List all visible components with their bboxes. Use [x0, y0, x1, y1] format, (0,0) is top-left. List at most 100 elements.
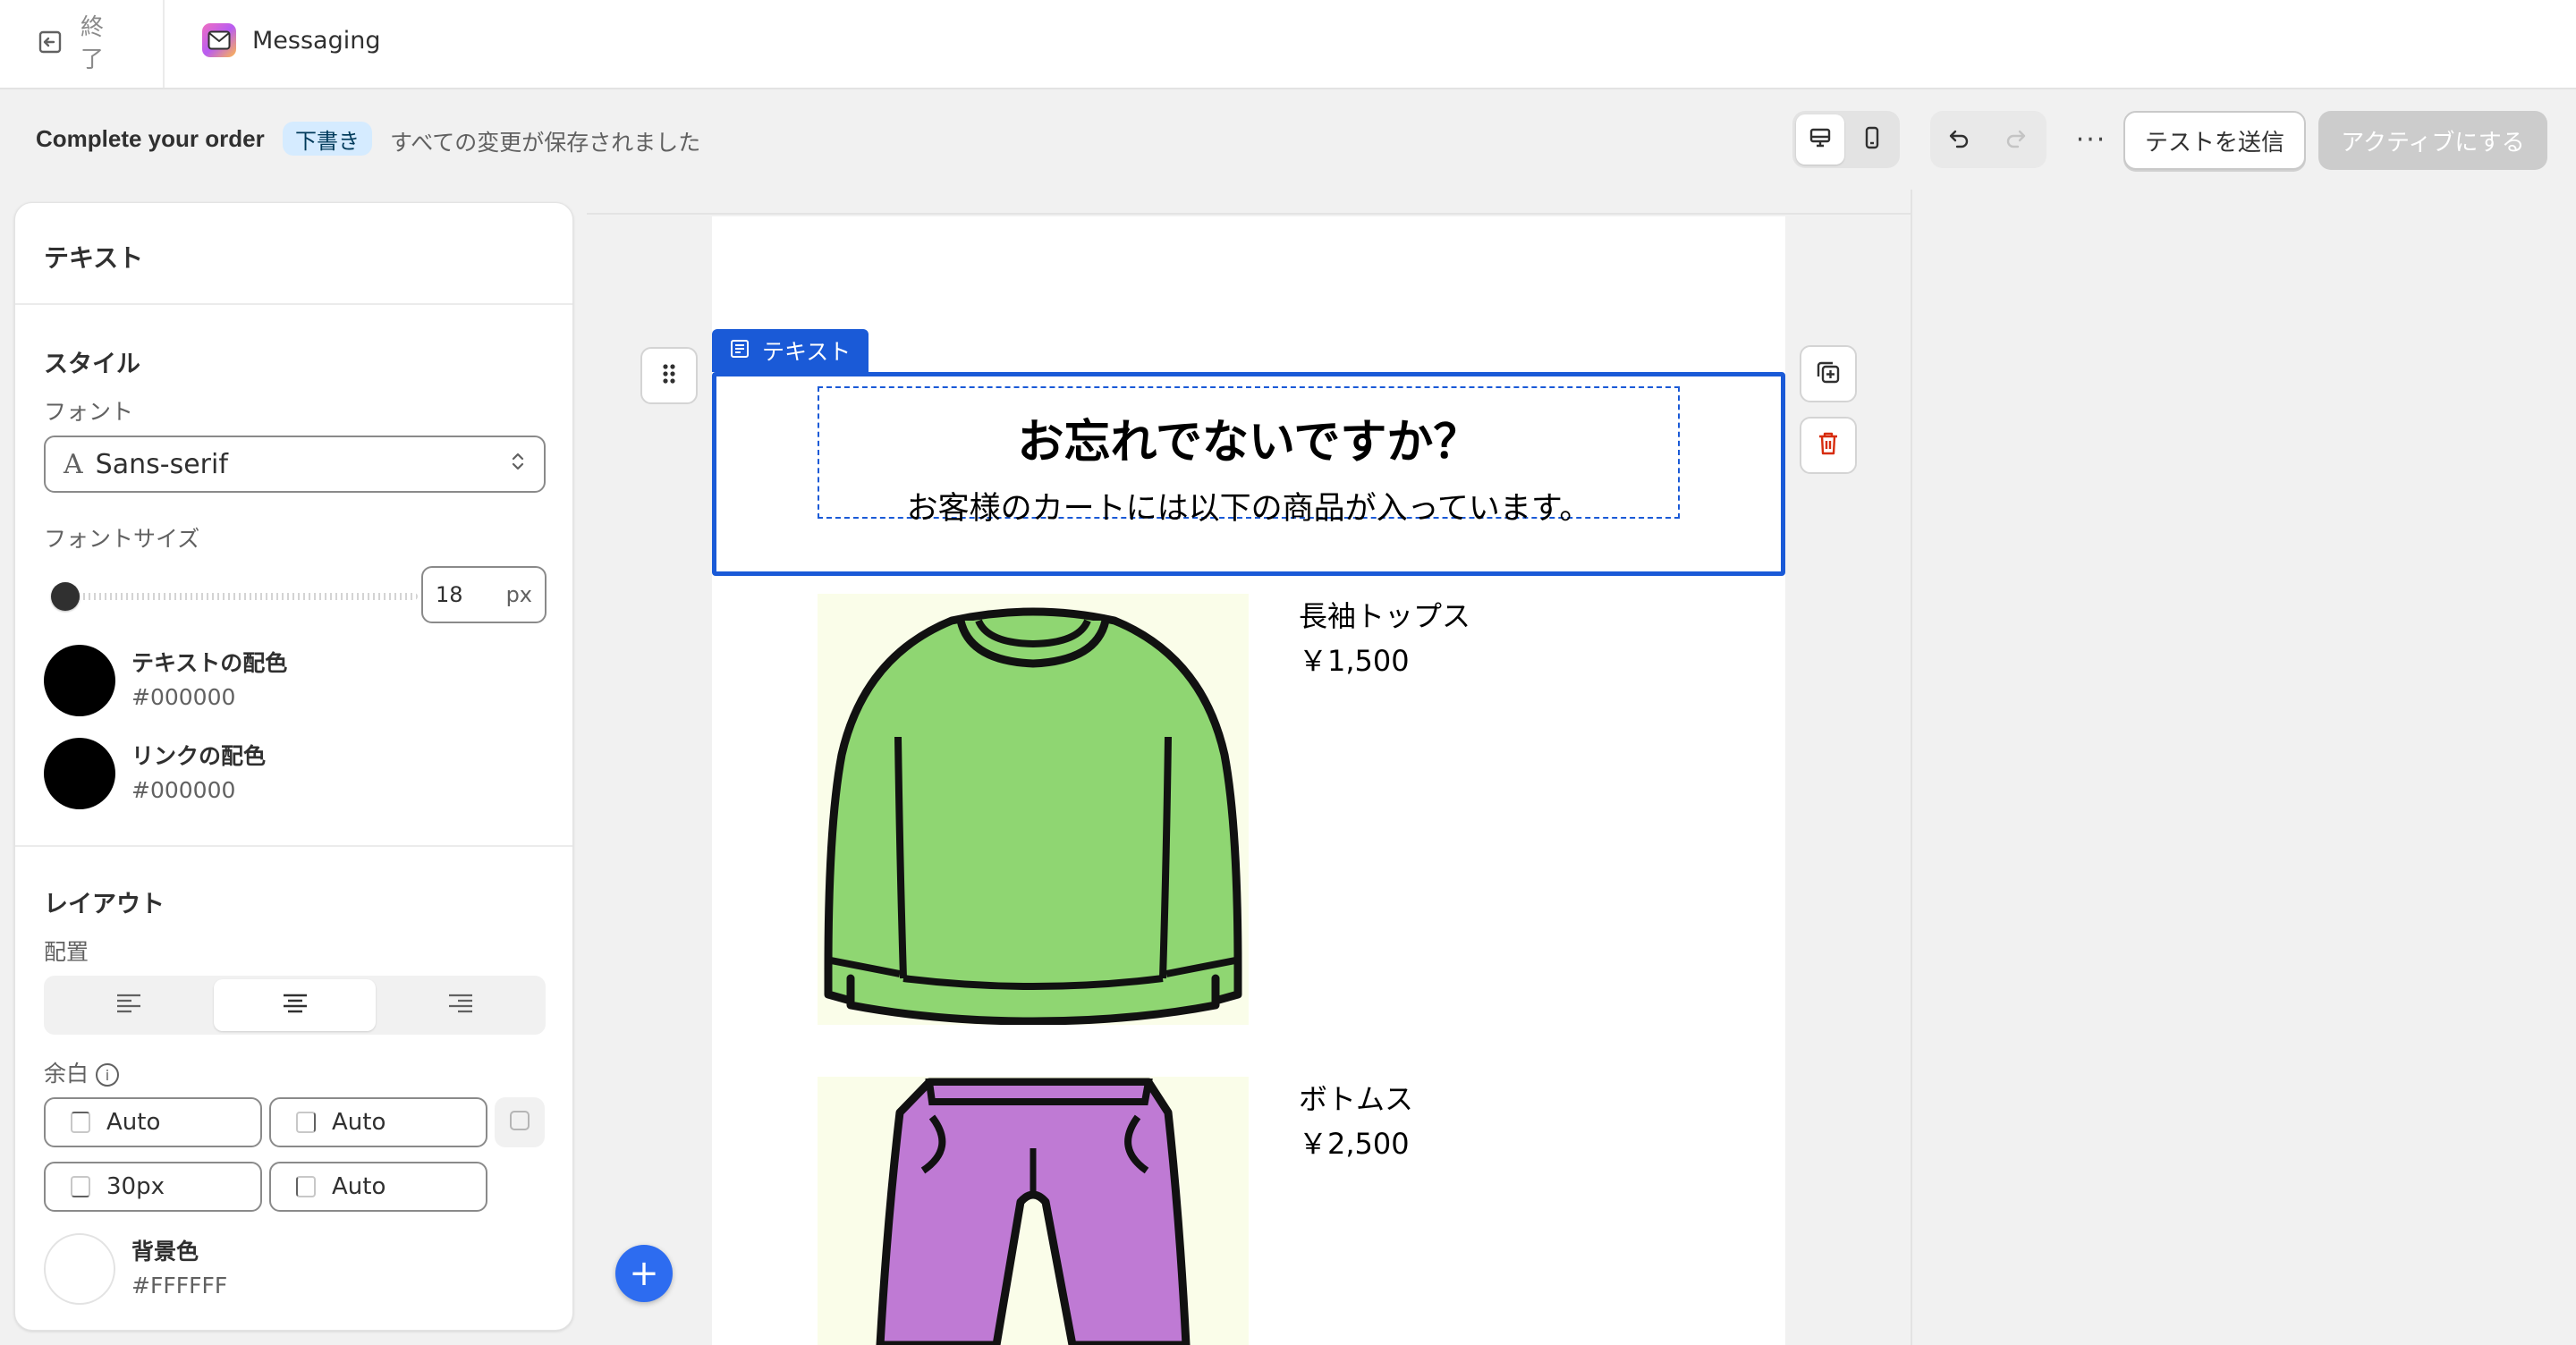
duplicate-icon: [1815, 359, 1842, 389]
padding-top-value: Auto: [106, 1109, 161, 1136]
section-divider: [15, 845, 572, 847]
link-sides-icon: [508, 1109, 531, 1136]
font-size-unit: px: [505, 582, 532, 607]
email-subline[interactable]: お客様のカートには以下の商品が入っています。: [712, 483, 1785, 529]
align-right-button[interactable]: [379, 979, 542, 1031]
text-color-name: テキストの配色: [131, 650, 288, 676]
text-block-tag-label: テキスト: [762, 339, 852, 365]
align-center-icon: [282, 993, 309, 1018]
more-actions-button[interactable]: ···: [2066, 111, 2116, 168]
redo-icon: [2004, 125, 2029, 154]
delete-block-button[interactable]: [1800, 417, 1857, 474]
font-label: フォント: [44, 399, 134, 425]
padding-label-text: 余白: [44, 1061, 89, 1087]
preview-mode-toggle: [1792, 111, 1900, 168]
align-label: 配置: [44, 939, 89, 965]
add-block-button[interactable]: +: [615, 1245, 673, 1302]
padding-top-icon: [71, 1112, 90, 1133]
undo-button[interactable]: [1930, 111, 1987, 168]
desktop-preview-button[interactable]: [1796, 114, 1844, 165]
status-badge: 下書き: [283, 122, 372, 156]
document-toolbar: Complete your order 下書き すべての変更が保存されました ·…: [0, 91, 2576, 190]
font-size-slider-thumb[interactable]: [51, 582, 80, 611]
product-price: ￥2,500: [1299, 1127, 1410, 1161]
panel-title: テキスト: [15, 203, 572, 305]
layout-section-title: レイアウト: [44, 891, 165, 918]
mobile-preview-button[interactable]: [1848, 114, 1896, 165]
redo-button[interactable]: [1987, 111, 2045, 168]
exit-button[interactable]: 終了: [0, 0, 165, 88]
pants-illustration: [876, 1078, 1191, 1345]
product-name: ボトムス: [1299, 1082, 1414, 1116]
send-test-button[interactable]: テストを送信: [2123, 111, 2306, 170]
align-right-icon: [447, 993, 474, 1018]
style-section-title: スタイル: [44, 351, 140, 378]
text-color-swatch: [44, 645, 115, 716]
alignment-control: [44, 976, 546, 1035]
product-item[interactable]: 長袖トップス ￥1,500: [818, 594, 1470, 1025]
background-color-picker[interactable]: 背景色 #FFFFFF: [44, 1233, 227, 1305]
padding-left-input[interactable]: Auto: [269, 1162, 487, 1212]
canvas-divider: [587, 213, 1911, 215]
padding-right-value: Auto: [332, 1109, 386, 1136]
font-size-input[interactable]: 18 px: [421, 566, 547, 623]
product-name: 長袖トップス: [1299, 599, 1471, 633]
settings-panel: テキスト スタイル フォント A Sans-serif フォントサイズ 18 p…: [14, 202, 573, 1331]
history-controls: [1930, 111, 2046, 168]
save-status: すべての変更が保存されました: [390, 130, 701, 156]
exit-label: 終了: [80, 14, 105, 73]
product-image: [818, 1077, 1249, 1345]
padding-bottom-value: 30px: [106, 1173, 165, 1200]
top-bar: 終了 Messaging: [0, 0, 2576, 89]
info-icon[interactable]: i: [96, 1063, 120, 1087]
font-size-slider-track[interactable]: [51, 593, 418, 600]
link-color-picker[interactable]: リンクの配色 #000000: [44, 738, 266, 809]
padding-bottom-icon: [71, 1176, 90, 1197]
padding-link-toggle[interactable]: [495, 1097, 545, 1147]
font-size-value: 18: [436, 582, 463, 607]
canvas-right-area: [1911, 190, 2576, 1345]
app-title: Messaging: [202, 23, 380, 57]
product-price: ￥1,500: [1299, 644, 1410, 678]
link-color-name: リンクの配色: [131, 743, 267, 769]
padding-bottom-input[interactable]: 30px: [44, 1162, 262, 1212]
text-color-hex: #000000: [131, 684, 236, 710]
select-chevron-icon: [510, 449, 526, 479]
plus-icon: +: [629, 1253, 659, 1294]
padding-label: 余白 i: [44, 1056, 120, 1088]
product-image: [818, 594, 1249, 1025]
padding-top-input[interactable]: Auto: [44, 1097, 262, 1147]
activate-button[interactable]: アクティブにする: [2318, 111, 2547, 170]
document-title: Complete your order: [36, 125, 265, 152]
text-block-tag: テキスト: [712, 329, 869, 372]
email-preview: テキスト お忘れでないですか？ お客様のカートには以下の商品が入っています。 長…: [712, 216, 1785, 1345]
font-icon: A: [64, 448, 83, 480]
font-select[interactable]: A Sans-serif: [44, 436, 546, 493]
duplicate-block-button[interactable]: [1800, 345, 1857, 402]
font-size-label: フォントサイズ: [44, 526, 200, 552]
background-color-name: 背景色: [131, 1239, 199, 1265]
desktop-icon: [1808, 125, 1833, 154]
drag-handle[interactable]: [640, 347, 698, 404]
email-canvas: テキスト お忘れでないですか？ お客様のカートには以下の商品が入っています。 長…: [587, 190, 1911, 1345]
align-left-button[interactable]: [47, 979, 210, 1031]
trash-icon: [1816, 430, 1841, 461]
align-center-button[interactable]: [213, 979, 377, 1031]
product-item[interactable]: ボトムス ￥2,500: [818, 1077, 1413, 1345]
messaging-app-icon: [202, 23, 236, 57]
text-color-picker[interactable]: テキストの配色 #000000: [44, 645, 287, 716]
mobile-icon: [1860, 125, 1885, 154]
padding-left-icon: [296, 1176, 316, 1197]
font-value: Sans-serif: [95, 448, 228, 480]
align-left-icon: [115, 993, 142, 1018]
padding-right-icon: [296, 1112, 316, 1133]
email-headline[interactable]: お忘れでないですか？: [712, 404, 1785, 471]
background-color-swatch: [44, 1233, 115, 1305]
link-color-hex: #000000: [131, 777, 236, 803]
padding-right-input[interactable]: Auto: [269, 1097, 487, 1147]
exit-icon: [38, 30, 63, 58]
text-block-icon: [730, 338, 750, 364]
background-color-hex: #FFFFFF: [131, 1273, 228, 1298]
sweater-illustration: [824, 607, 1242, 1025]
drag-handle-icon: [660, 361, 678, 390]
